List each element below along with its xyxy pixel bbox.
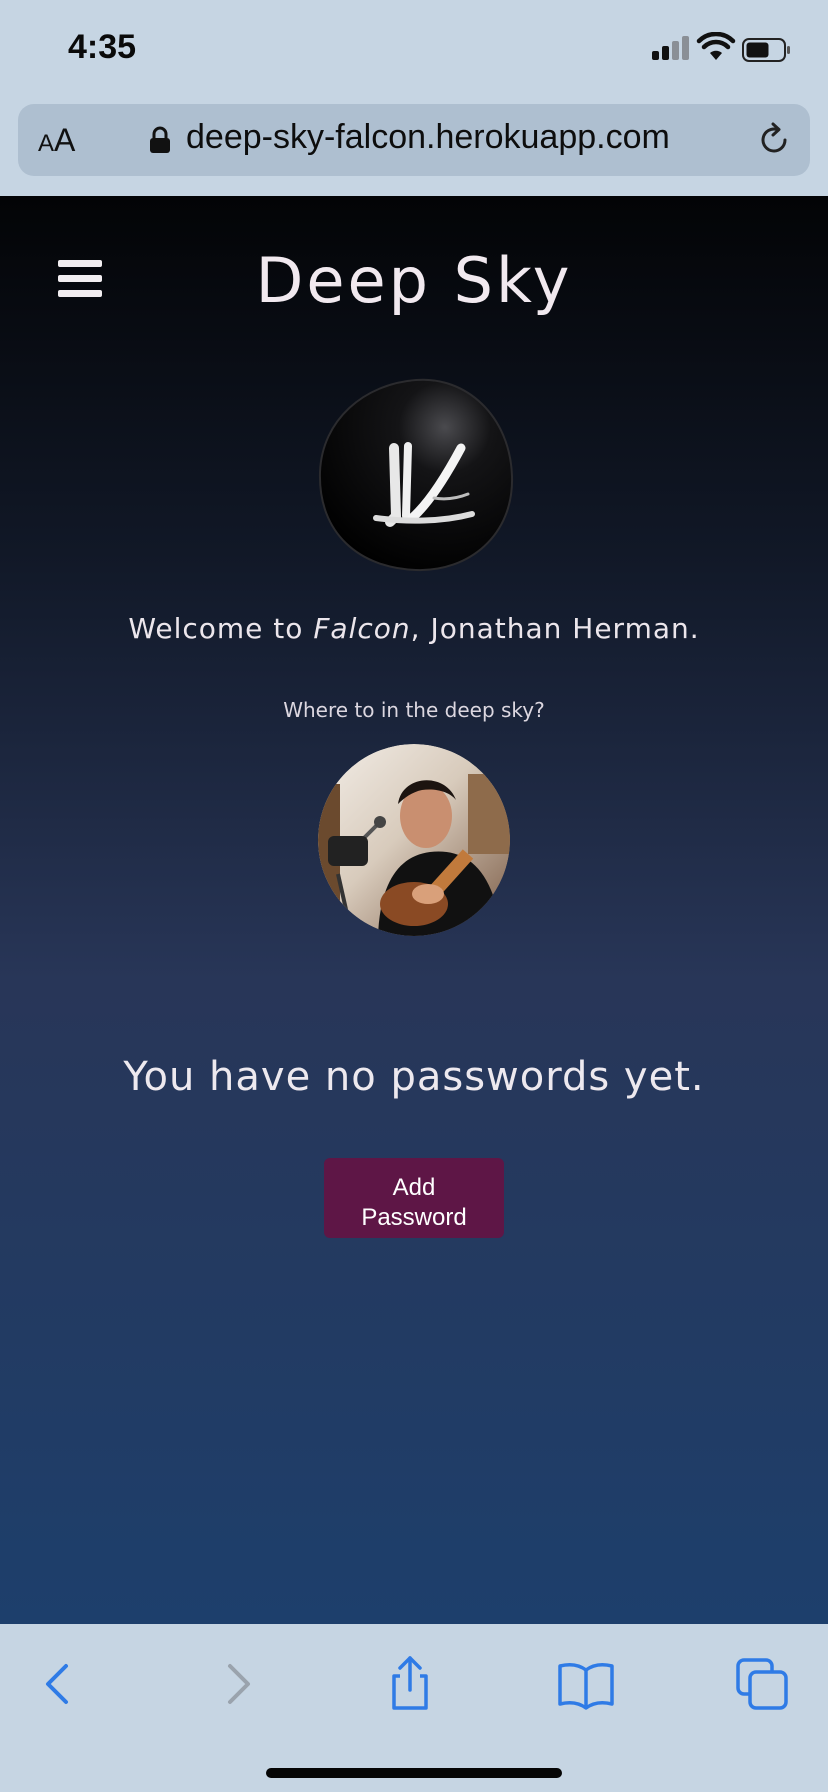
text-size-button[interactable]: AA (38, 122, 75, 159)
web-page: Deep Sky Welcome to Falcon, Jonathan Her… (0, 196, 828, 1624)
url-text[interactable]: deep-sky-falcon.herokuapp.com (186, 118, 670, 157)
address-bar[interactable]: AA deep-sky-falcon.herokuapp.com (18, 104, 810, 176)
forward-icon[interactable] (206, 1656, 266, 1712)
browser-toolbar (0, 1624, 828, 1792)
add-button-line2: Password (361, 1204, 467, 1231)
empty-passwords-message: You have no passwords yet. (123, 1054, 705, 1100)
status-time: 4:35 (68, 28, 137, 66)
signal-icon (652, 36, 690, 60)
add-button-line1: Add (392, 1174, 436, 1201)
status-bar: 4:35 (0, 0, 828, 100)
welcome-suffix: , Jonathan Herman. (410, 612, 700, 645)
app-name: Falcon (313, 612, 411, 645)
welcome-message: Welcome to Falcon, Jonathan Herman. (0, 612, 828, 645)
back-icon[interactable] (30, 1656, 90, 1712)
bookmarks-icon[interactable] (556, 1656, 616, 1712)
reload-icon[interactable] (756, 122, 792, 158)
share-icon[interactable] (380, 1656, 440, 1712)
home-indicator[interactable] (266, 1768, 562, 1778)
lock-icon (150, 126, 170, 153)
wifi-icon (696, 32, 736, 60)
text-size-small-label: A (38, 130, 55, 157)
user-avatar (318, 744, 510, 936)
subtitle: Where to in the deep sky? (283, 698, 545, 722)
welcome-prefix: Welcome to (128, 612, 314, 645)
text-size-big-label: A (54, 122, 76, 158)
tabs-icon[interactable] (734, 1656, 794, 1712)
site-title: Deep Sky (255, 244, 573, 317)
add-password-button[interactable]: Add Password (324, 1158, 504, 1238)
battery-icon (742, 38, 790, 62)
falcon-logo (318, 378, 514, 572)
